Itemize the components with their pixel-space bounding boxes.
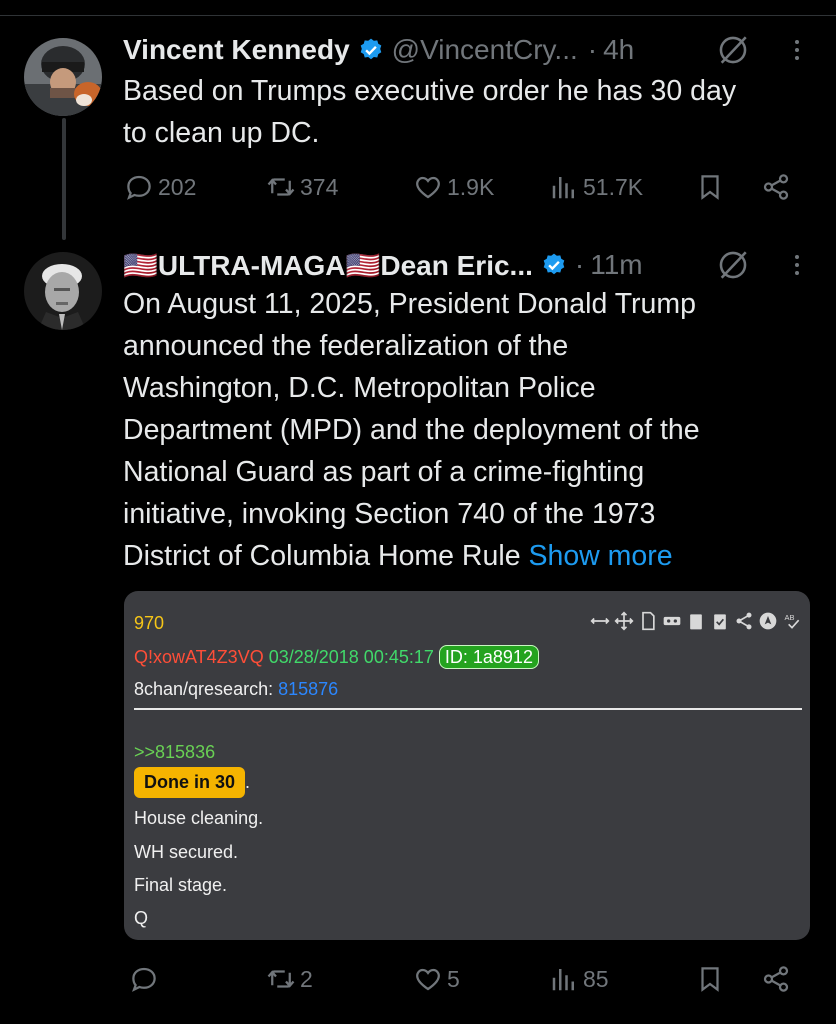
share-icon <box>763 966 789 992</box>
separator-dot: · <box>587 34 598 65</box>
post-line: House cleaning. <box>134 808 264 828</box>
share-icon <box>763 174 789 200</box>
views-icon <box>552 969 574 991</box>
verified-badge-icon[interactable] <box>358 37 384 63</box>
tweet2-text-line-last: District of Columbia Home Rule Show more <box>123 535 700 577</box>
heart-icon <box>416 176 440 199</box>
reply-count: 202 <box>158 173 197 200</box>
top-divider <box>0 15 836 16</box>
user-handle[interactable]: @VincentCry... <box>392 34 578 66</box>
reply-icon <box>132 967 156 992</box>
attached-image-card[interactable]: 970 AB Q!xowAT4Z3VQ 03/28/2018 00:45:17 … <box>124 591 810 940</box>
repost-icon <box>267 970 295 988</box>
timestamp[interactable]: 11m <box>590 249 642 281</box>
tweet2-text-line: District of Columbia Home Rule <box>123 540 529 572</box>
tweet2-text: On August 11, 2025, President Donald Tru… <box>123 283 700 577</box>
like-count: 1.9K <box>447 173 495 200</box>
vr-icon <box>663 616 681 626</box>
tweet1-actions: 202 374 1.9K 51.7K <box>0 172 836 212</box>
avatar-image <box>24 252 102 330</box>
tweet1-text-line: Based on Trumps executive order he has 3… <box>123 75 737 107</box>
repost-icon <box>267 178 295 196</box>
post-number-line: 970 <box>134 613 164 634</box>
views-icon <box>552 177 574 199</box>
highlighted-text: Done in 30 <box>134 767 246 798</box>
post-divider <box>134 708 802 710</box>
repost-button[interactable]: 374 <box>266 172 338 202</box>
quote-link: >>815836 <box>134 742 216 762</box>
clipboard-icon <box>690 614 702 630</box>
show-more-link[interactable]: Show more <box>528 540 672 572</box>
heart-icon <box>416 968 440 991</box>
reply-button[interactable] <box>129 964 163 994</box>
reply-icon <box>127 175 151 200</box>
resize-icon <box>590 617 610 625</box>
highlight-suffix: . <box>245 772 251 792</box>
tweet2-text-line: Washington, D.C. Metropolitan Police <box>123 372 596 404</box>
tweet2-header: 🇺🇸ULTRA-MAGA🇺🇸Dean Eric... · 11m <box>123 247 643 283</box>
post-number: 970 <box>134 613 165 633</box>
tweet2-text-line: On August 11, 2025, President Donald Tru… <box>123 288 696 320</box>
toolbar-icons: AB <box>590 611 802 631</box>
post-line: Final stage. <box>134 875 228 895</box>
display-name[interactable]: 🇺🇸ULTRA-MAGA🇺🇸Dean Eric... <box>123 249 533 282</box>
grok-icon[interactable] <box>716 248 750 282</box>
clipboard-check-icon <box>714 614 726 630</box>
tweet2-text-line: announced the federalization of the <box>123 330 569 362</box>
post-meta-line: Q!xowAT4Z3VQ 03/28/2018 00:45:17 ID: 1a8… <box>134 645 539 669</box>
verified-badge-icon[interactable] <box>541 252 567 278</box>
tweet1-text: Based on Trumps executive order he has 3… <box>123 70 736 154</box>
repost-count: 2 <box>300 965 313 992</box>
reply-button[interactable]: 202 <box>124 172 196 202</box>
bookmark-button[interactable] <box>695 964 725 994</box>
like-button[interactable]: 1.9K <box>413 172 494 202</box>
document-icon <box>642 611 655 631</box>
avatar-dean-eric[interactable] <box>24 252 102 330</box>
tweet1-header: Vincent Kennedy @VincentCry... · 4h <box>123 32 634 68</box>
board-name: 8chan/qresearch: <box>134 679 274 699</box>
like-button[interactable]: 5 <box>413 964 460 994</box>
share-button[interactable] <box>761 964 791 994</box>
views-button[interactable]: 51.7K <box>549 172 643 202</box>
view-count: 51.7K <box>583 173 644 200</box>
highlight-line: Done in 30. <box>134 767 250 798</box>
views-button[interactable]: 85 <box>549 964 609 994</box>
separator-dot: · <box>574 249 585 280</box>
board-line: 8chan/qresearch: 815876 <box>134 679 338 700</box>
bookmark-icon <box>701 175 719 200</box>
tweet1-text-line: to clean up DC. <box>123 117 320 149</box>
timestamp[interactable]: 4h <box>603 34 634 66</box>
tweet2-actions: 2 5 85 <box>0 964 836 1004</box>
svg-text:AB: AB <box>785 613 795 622</box>
navigate-icon <box>759 612 777 630</box>
grok-icon[interactable] <box>716 33 750 67</box>
repost-count: 374 <box>300 173 339 200</box>
view-count: 85 <box>583 965 609 992</box>
tweet2-text-line: National Guard as part of a crime-fighti… <box>123 456 645 488</box>
post-line: WH secured. <box>134 842 239 862</box>
tweet2-text-line: initiative, invoking Section 740 of the … <box>123 498 656 530</box>
tweet2-text-line: Department (MPD) and the deployment of t… <box>123 414 700 446</box>
share-button[interactable] <box>761 172 791 202</box>
post-datetime: 03/28/2018 00:45:17 <box>268 647 434 667</box>
share-icon <box>736 612 752 630</box>
avatar-vincent-kennedy[interactable] <box>24 38 102 116</box>
bookmark-button[interactable] <box>695 172 725 202</box>
poster-id-badge: ID: 1a8912 <box>438 645 539 669</box>
post-signature: Q <box>134 908 149 928</box>
like-count: 5 <box>447 965 460 992</box>
move-icon <box>614 611 634 631</box>
display-name[interactable]: Vincent Kennedy <box>123 34 350 66</box>
more-options-icon[interactable] <box>793 255 801 275</box>
spellcheck-icon: AB <box>785 613 800 629</box>
avatar-image <box>24 38 102 116</box>
tripcode: Q!xowAT4Z3VQ <box>134 647 264 667</box>
post-no-link: 815876 <box>278 679 339 699</box>
repost-button[interactable]: 2 <box>266 964 313 994</box>
more-options-icon[interactable] <box>793 40 801 60</box>
bookmark-icon <box>701 967 719 992</box>
quote-line: >>815836 <box>134 742 215 763</box>
